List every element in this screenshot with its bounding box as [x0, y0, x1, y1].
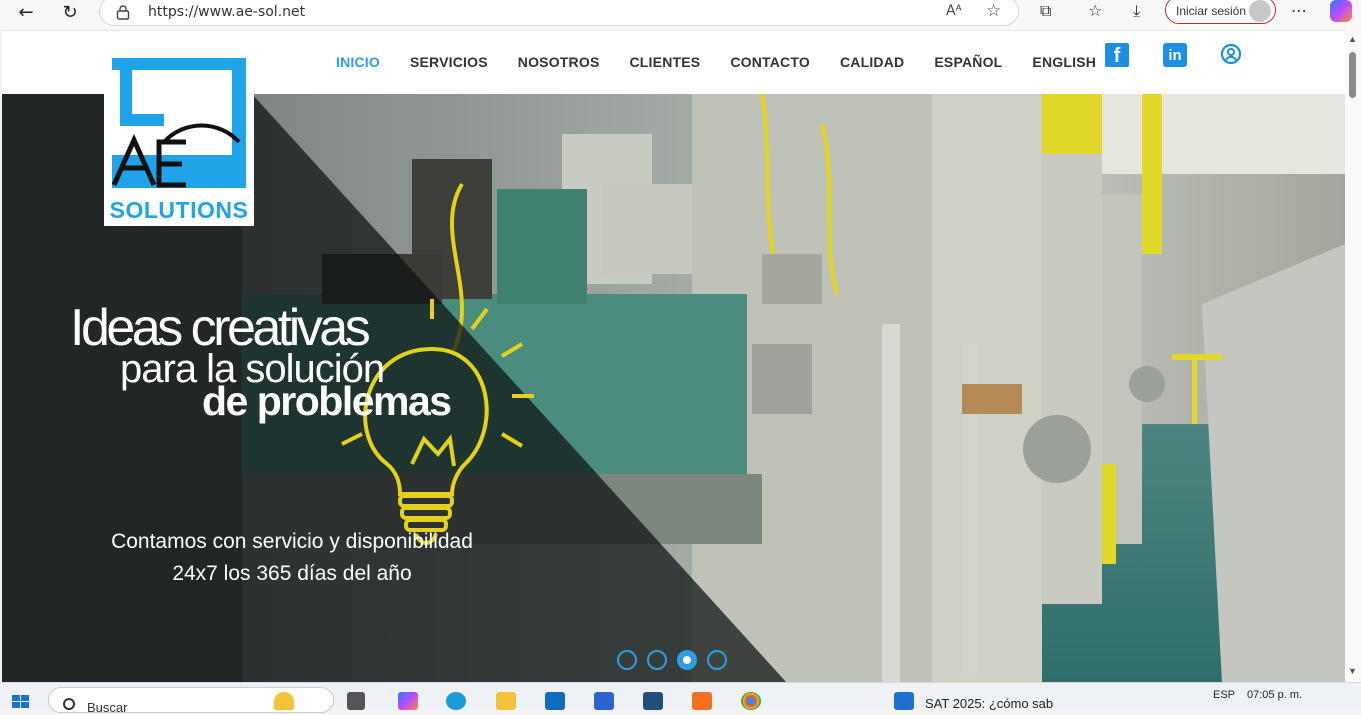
language-indicator[interactable]: ESP [1213, 689, 1235, 701]
signin-label: Iniciar sesión [1176, 4, 1247, 18]
hero-headline-line3: de problemas [202, 378, 452, 424]
hero-subtitle-line1: Contamos con servicio y disponibilidad [111, 530, 473, 553]
news-icon[interactable] [894, 692, 914, 710]
more-menu-icon[interactable]: ⋯ [1291, 1, 1307, 20]
site-logo[interactable]: AE SOLUTIONS [104, 50, 254, 226]
copilot-icon[interactable] [1330, 0, 1352, 22]
menu-item-servicios[interactable]: SERVICIOS [410, 54, 488, 70]
url-text: https://www.ae-sol.net [148, 4, 306, 20]
slider-dot-4[interactable] [707, 650, 727, 670]
windows-start-icon[interactable] [12, 695, 30, 709]
outlook-icon[interactable] [545, 692, 565, 710]
menu-item-calidad[interactable]: CALIDAD [840, 54, 904, 70]
hero-subtitle: Contamos con servicio y disponibilidad 2… [82, 526, 502, 590]
clock[interactable]: 07:05 p. m. [1247, 689, 1302, 701]
page-scrollbar[interactable]: ▲ ▼ [1345, 30, 1361, 682]
facebook-icon[interactable]: f [1105, 43, 1129, 67]
user-account-icon[interactable] [1220, 43, 1242, 65]
menu-item-contacto[interactable]: CONTACTO [730, 54, 810, 70]
menu-item-nosotros[interactable]: NOSOTROS [518, 54, 600, 70]
read-aloud-icon[interactable]: Aᴬ [946, 3, 962, 19]
menu-item-clientes[interactable]: CLIENTES [630, 54, 701, 70]
slider-dot-3[interactable] [677, 650, 697, 670]
news-ticker[interactable]: SAT 2025: ¿cómo sab [925, 696, 1053, 711]
file-explorer-icon[interactable] [496, 692, 516, 710]
scroll-thumb[interactable] [1349, 52, 1356, 98]
edge-app-icon[interactable] [446, 692, 466, 710]
task-view-icon[interactable] [347, 692, 365, 710]
slider-dot-2[interactable] [647, 650, 667, 670]
logo-mark: AE [108, 54, 250, 196]
menu-item-espanol[interactable]: ESPAÑOL [934, 54, 1002, 70]
avatar [1249, 0, 1271, 22]
favorite-star-icon[interactable]: ☆ [986, 1, 1001, 21]
search-icon [63, 698, 75, 710]
logo-text: SOLUTIONS [109, 197, 249, 223]
windows-taskbar: Buscar SAT 2025: ¿cómo sab ESP 07:05 p. … [0, 682, 1361, 715]
browser-toolbar: ← ↻ https://www.ae-sol.net Aᴬ ☆ ⧉ ☆ ⤓ In… [0, 0, 1361, 30]
chrome-icon[interactable] [741, 692, 761, 710]
back-icon[interactable]: ← [12, 0, 40, 24]
signin-button[interactable]: Iniciar sesión [1165, 0, 1276, 24]
slider-dot-1[interactable] [617, 650, 637, 670]
linkedin-icon[interactable]: in [1163, 43, 1187, 67]
favorites-icon[interactable]: ☆ [1088, 1, 1102, 20]
xampp-icon[interactable] [692, 692, 712, 710]
refresh-icon[interactable]: ↻ [56, 0, 84, 24]
address-bar[interactable]: https://www.ae-sol.net Aᴬ ☆ [99, 0, 1019, 26]
widget-icon[interactable] [274, 692, 294, 710]
main-menu: INICIO SERVICIOS NOSOTROS CLIENTES CONTA… [336, 54, 1126, 70]
hero-subtitle-line2: 24x7 los 365 días del año [172, 562, 412, 585]
scroll-up-icon[interactable]: ▲ [1348, 34, 1357, 44]
scroll-down-icon[interactable]: ▼ [1348, 666, 1357, 676]
menu-item-english[interactable]: ENGLISH [1032, 54, 1096, 70]
app-icon[interactable] [643, 692, 663, 710]
lock-icon [116, 5, 130, 20]
slider-dots [617, 650, 727, 670]
menu-item-inicio[interactable]: INICIO [336, 54, 380, 70]
copilot-app-icon[interactable] [398, 692, 418, 710]
downloads-icon[interactable]: ⤓ [1133, 1, 1140, 21]
store-icon[interactable] [594, 692, 614, 710]
extensions-icon[interactable]: ⧉ [1040, 1, 1051, 21]
